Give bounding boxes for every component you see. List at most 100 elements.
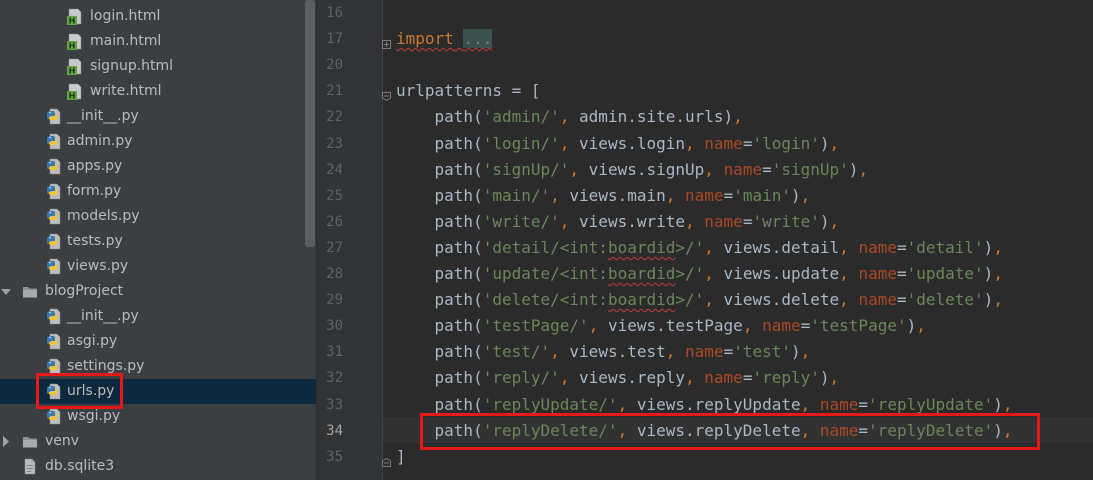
code-line[interactable]: urlpatterns = [ xyxy=(396,81,541,101)
python-file-icon xyxy=(46,358,62,375)
tree-item-init-py[interactable]: __init__.py xyxy=(0,104,317,129)
fold-collapse-icon[interactable] xyxy=(382,86,391,102)
code-line[interactable]: path('write/', views.write, name='write'… xyxy=(396,212,840,232)
line-number: 25 xyxy=(326,187,343,204)
tree-item-signup-html[interactable]: Hsignup.html xyxy=(0,54,317,79)
project-tree: Hlogin.html Hmain.html Hsignup.html Hwrite.… xyxy=(0,0,317,480)
tree-item-admin-py[interactable]: admin.py xyxy=(0,129,317,154)
line-number: 34 xyxy=(326,422,343,439)
python-file-icon xyxy=(46,108,62,125)
tree-item-init-py[interactable]: __init__.py xyxy=(0,304,317,329)
line-number: 30 xyxy=(326,318,343,335)
code-line[interactable]: path('detail/<int:boardid>/', views.deta… xyxy=(396,238,1003,258)
tree-item-label: blogProject xyxy=(45,283,124,299)
tree-item-label: views.py xyxy=(67,258,129,274)
tree-item-label: tests.py xyxy=(67,233,123,249)
database-file-icon xyxy=(22,458,38,475)
tree-item-label: db.sqlite3 xyxy=(45,458,115,474)
tree-item-form-py[interactable]: form.py xyxy=(0,179,317,204)
svg-text:H: H xyxy=(69,67,76,76)
tree-item-urls-py[interactable]: urls.py xyxy=(0,379,317,404)
tree-item-label: asgi.py xyxy=(67,333,118,349)
python-file-icon xyxy=(46,333,62,350)
python-file-icon xyxy=(46,408,62,425)
code-line[interactable]: path('reply/', views.reply, name='reply'… xyxy=(396,368,840,388)
line-number: 26 xyxy=(326,213,343,230)
tree-item-settings-py[interactable]: settings.py xyxy=(0,354,317,379)
line-number: 24 xyxy=(326,161,343,178)
tree-item-models-py[interactable]: models.py xyxy=(0,204,317,229)
tree-item-label: settings.py xyxy=(67,358,145,374)
tree-item-label: write.html xyxy=(90,83,162,99)
svg-text:H: H xyxy=(69,92,76,101)
code-line[interactable]: path('signUp/', views.signUp, name='sign… xyxy=(396,160,869,180)
tree-item-wsgi-py[interactable]: wsgi.py xyxy=(0,404,317,429)
tree-item-label: models.py xyxy=(67,208,140,224)
tree-item-label: __init__.py xyxy=(67,108,139,124)
tree-item-tests-py[interactable]: tests.py xyxy=(0,229,317,254)
line-number: 32 xyxy=(326,370,343,387)
code-line[interactable]: path('replyUpdate/', views.replyUpdate, … xyxy=(396,395,1013,415)
tree-item-label: login.html xyxy=(90,8,161,24)
python-file-icon xyxy=(46,258,62,275)
tree-item-venv[interactable]: venv xyxy=(0,429,317,454)
tree-item-label: signup.html xyxy=(90,58,174,74)
folder-icon xyxy=(22,283,38,300)
line-number: 33 xyxy=(326,396,343,413)
tree-item-label: form.py xyxy=(67,183,122,199)
code-line[interactable]: path('test/', views.test, name='test'), xyxy=(396,342,811,362)
code-line[interactable]: path('replyDelete/', views.replyDelete, … xyxy=(396,421,1013,441)
tree-item-main-html[interactable]: Hmain.html xyxy=(0,29,317,54)
line-number: 21 xyxy=(326,83,343,100)
code-line[interactable]: path('login/', views.login, name='login'… xyxy=(396,134,840,154)
tree-item-asgi-py[interactable]: asgi.py xyxy=(0,329,317,354)
svg-text:H: H xyxy=(69,17,76,26)
tree-item-blogproject[interactable]: blogProject xyxy=(0,279,317,304)
line-number: 20 xyxy=(326,57,343,74)
tree-item-label: __init__.py xyxy=(67,308,139,324)
code-line[interactable]: path('delete/<int:boardid>/', views.dele… xyxy=(396,290,1003,310)
code-line[interactable]: import ... xyxy=(396,29,493,49)
python-file-icon xyxy=(46,383,62,400)
collapse-arrow-icon[interactable] xyxy=(0,433,12,450)
tree-item-label: admin.py xyxy=(67,133,133,149)
code-line[interactable]: path('testPage/', views.testPage, name='… xyxy=(396,316,926,336)
code-line[interactable]: path('update/<int:boardid>/', views.upda… xyxy=(396,264,1003,284)
code-line[interactable]: path('admin/', admin.site.urls), xyxy=(396,107,743,127)
line-number: 23 xyxy=(326,135,343,152)
tree-item-views-py[interactable]: views.py xyxy=(0,254,317,279)
code-line[interactable]: path('main/', views.main, name='main'), xyxy=(396,186,811,206)
html-file-icon: H xyxy=(67,33,83,51)
svg-text:H: H xyxy=(69,42,76,51)
python-file-icon xyxy=(46,208,62,225)
tree-item-label: venv xyxy=(45,433,80,449)
python-file-icon xyxy=(46,158,62,175)
fold-expand-icon[interactable] xyxy=(382,34,391,50)
line-number: 31 xyxy=(326,344,343,361)
tree-item-label: urls.py xyxy=(67,383,115,399)
html-file-icon: H xyxy=(67,83,83,101)
tree-item-apps-py[interactable]: apps.py xyxy=(0,154,317,179)
expand-arrow-icon[interactable] xyxy=(0,283,12,300)
html-file-icon: H xyxy=(67,8,83,26)
folder-icon xyxy=(22,433,38,450)
python-file-icon xyxy=(46,233,62,250)
tree-item-login-html[interactable]: Hlogin.html xyxy=(0,4,317,29)
tree-item-label: apps.py xyxy=(67,158,123,174)
python-file-icon xyxy=(46,183,62,200)
line-number: 16 xyxy=(326,5,343,21)
tree-item-label: wsgi.py xyxy=(67,408,121,424)
fold-collapse-icon[interactable] xyxy=(382,452,391,467)
line-number: 29 xyxy=(326,292,343,309)
line-number: 28 xyxy=(326,266,343,282)
code-line[interactable]: ] xyxy=(396,447,406,467)
line-number: 17 xyxy=(326,31,343,48)
line-number: 22 xyxy=(326,109,343,126)
tree-item-write-html[interactable]: Hwrite.html xyxy=(0,79,317,104)
tree-item-label: main.html xyxy=(90,33,162,49)
python-file-icon xyxy=(46,308,62,325)
line-number: 35 xyxy=(326,448,343,465)
html-file-icon: H xyxy=(67,58,83,76)
python-file-icon xyxy=(46,133,62,150)
tree-item-db-sqlite3[interactable]: db.sqlite3 xyxy=(0,454,317,479)
